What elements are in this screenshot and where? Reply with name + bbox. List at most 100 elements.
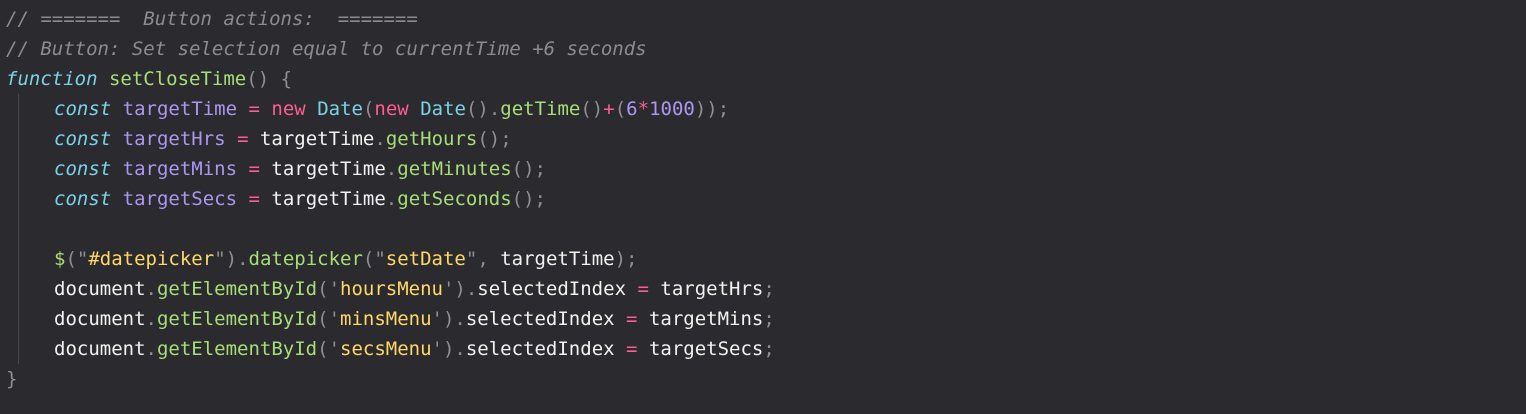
code-token: = [637, 278, 649, 300]
code-token: targetSecs [648, 338, 764, 360]
code-token: . [385, 188, 398, 210]
code-token: const [54, 128, 112, 150]
code-token: datepicker [248, 248, 363, 270]
code-token: getElementById [156, 278, 318, 300]
code-token: . [145, 278, 157, 300]
code-token: new [271, 98, 306, 120]
code-line[interactable]: const targetMins = targetTime.getMinutes… [0, 154, 1526, 184]
indent-guide [18, 124, 19, 154]
code-token: ( [614, 98, 627, 120]
code-token: (); [511, 188, 546, 210]
code-token: Date [420, 98, 466, 120]
code-token: // Button: Set selection equal to curren… [6, 38, 647, 60]
code-token: getSeconds [397, 188, 512, 210]
code-line[interactable]: const targetTime = new Date(new Date().g… [0, 94, 1526, 124]
code-line[interactable]: document.getElementById('secsMenu').sele… [0, 334, 1526, 364]
code-token: ; [763, 338, 775, 360]
code-token: targetMins [122, 158, 238, 180]
code-token: = [626, 338, 638, 360]
indent-guide [18, 334, 19, 364]
code-token: const [54, 158, 112, 180]
code-token: targetHrs [122, 128, 226, 150]
code-line[interactable]: document.getElementById('hoursMenu').sel… [0, 274, 1526, 304]
code-line[interactable]: document.getElementById('minsMenu').sele… [0, 304, 1526, 334]
code-token: ( [362, 98, 375, 120]
indent-guide [18, 94, 19, 124]
code-token: 1000 [649, 98, 695, 120]
code-token: targetHrs [660, 278, 764, 300]
code-token: ); [614, 248, 638, 270]
code-token: { [269, 68, 293, 90]
indent-guide [18, 304, 19, 334]
code-token: targetSecs [122, 188, 238, 210]
indent-guide [18, 274, 19, 304]
code-token: = [248, 188, 260, 210]
code-line[interactable]: function setCloseTime() { [0, 64, 1526, 94]
code-token: document [54, 338, 146, 360]
code-token: "). [214, 248, 249, 270]
code-token: selectedIndex [477, 278, 627, 300]
indent-guide [18, 214, 19, 244]
code-token: ; [763, 278, 775, 300]
code-line[interactable]: // Button: Set selection equal to curren… [0, 34, 1526, 64]
code-token: )); [694, 98, 730, 120]
code-token: document [54, 278, 146, 300]
code-line[interactable]: // ======= Button actions: ======= [0, 4, 1526, 34]
code-token: (). [465, 98, 501, 120]
code-line[interactable] [0, 214, 1526, 244]
code-token: = [237, 128, 249, 150]
code-token: getTime [500, 98, 581, 120]
code-token: . [374, 128, 386, 150]
code-token: const [54, 98, 112, 120]
code-token: minsMenu [340, 308, 432, 330]
code-line[interactable]: const targetSecs = targetTime.getSeconds… [0, 184, 1526, 214]
code-token: getMinutes [397, 158, 512, 180]
code-token: (); [477, 128, 512, 150]
code-token: . [145, 338, 157, 360]
code-token: '). [442, 278, 478, 300]
code-line[interactable]: const targetHrs = targetTime.getHours(); [0, 124, 1526, 154]
code-token: hoursMenu [340, 278, 443, 300]
code-line[interactable]: } [0, 364, 1526, 394]
code-token: . [385, 158, 398, 180]
code-token: (' [317, 308, 341, 330]
code-token: = [248, 98, 260, 120]
code-token: targetTime [122, 98, 238, 120]
code-token: new [374, 98, 409, 120]
code-token: 6 [626, 98, 638, 120]
code-token: targetTime [271, 188, 386, 210]
code-token: } [6, 368, 18, 390]
indent-guide [18, 154, 19, 184]
code-token: + [603, 98, 615, 120]
code-token: targetTime [259, 128, 375, 150]
code-token: selectedIndex [465, 338, 615, 360]
code-token: selectedIndex [465, 308, 615, 330]
code-token: getElementById [156, 338, 318, 360]
code-token: ", [465, 248, 489, 270]
code-token: #datepicker [88, 248, 215, 270]
code-token: secsMenu [340, 338, 432, 360]
code-editor[interactable]: // ======= Button actions: ======= // But… [0, 0, 1526, 414]
code-token: (' [317, 338, 341, 360]
code-token: () [580, 98, 604, 120]
code-token: const [54, 188, 112, 210]
code-line[interactable]: $("#datepicker").datepicker("setDate", t… [0, 244, 1526, 274]
